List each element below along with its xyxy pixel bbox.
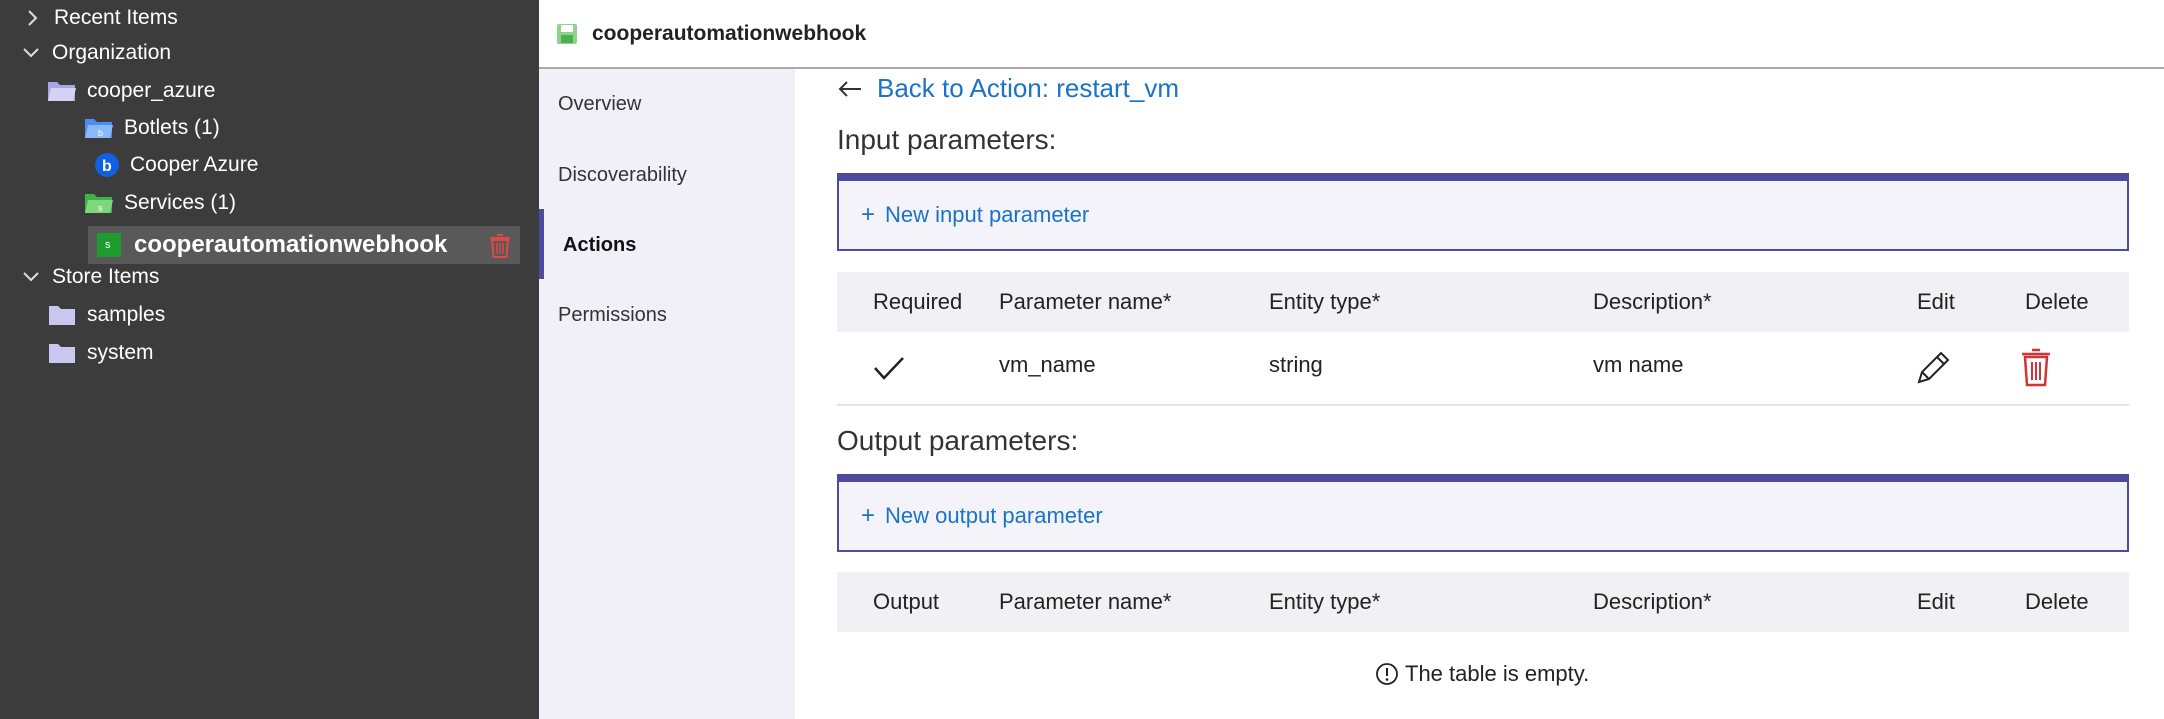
column-header-entity-type: Entity type*: [1269, 589, 1381, 614]
tree-item-label: Store Items: [52, 265, 160, 288]
tree-item-store-items[interactable]: Store Items: [22, 259, 159, 295]
new-input-parameter-button[interactable]: + New input parameter: [861, 201, 1089, 229]
output-table-header: Output Parameter name* Entity type* Desc…: [837, 572, 2129, 632]
botlet-icon: b: [95, 153, 119, 177]
column-header-description: Description*: [1593, 589, 1712, 614]
tree-item-organization[interactable]: Organization: [22, 35, 171, 71]
nav-active-indicator: [539, 209, 544, 279]
tree-item-botlets[interactable]: b Botlets (1): [84, 110, 220, 146]
tree-item-label: system: [87, 341, 154, 364]
tree-item-recent-items[interactable]: Recent Items: [24, 0, 178, 36]
main-content: Back to Action: restart_vm Input paramet…: [795, 69, 2164, 719]
page-title: cooperautomationwebhook: [592, 21, 867, 45]
new-output-parameter-label: New output parameter: [885, 503, 1103, 528]
tree-item-label: samples: [87, 303, 166, 326]
empty-table-label: The table is empty.: [1405, 661, 1590, 686]
plus-icon: +: [861, 502, 876, 529]
back-link-label: Back to Action: restart_vm: [877, 73, 1180, 103]
input-table-header: Required Parameter name* Entity type* De…: [837, 272, 2129, 332]
svg-text:b: b: [102, 158, 112, 175]
nav-item-discoverability[interactable]: Discoverability: [558, 164, 687, 187]
header-label: Parameter name: [999, 589, 1163, 614]
delete-icon[interactable]: [2019, 347, 2053, 387]
cell-description: vm name: [1593, 352, 1684, 377]
tree-item-system[interactable]: system: [47, 335, 154, 371]
column-header-entity-type: Entity type*: [1269, 289, 1381, 314]
tree-item-label: Cooper Azure: [130, 153, 259, 176]
cell-parameter-name: vm_name: [999, 352, 1096, 377]
tree-item-label: Services (1): [124, 191, 237, 214]
cell-entity-type: string: [1269, 352, 1323, 377]
new-output-parameter-button[interactable]: + New output parameter: [861, 502, 1103, 530]
tree-item-label: Botlets (1): [124, 116, 220, 139]
column-header-delete: Delete: [2025, 589, 2089, 614]
new-output-parameter-bar: + New output parameter: [837, 474, 2129, 552]
folder-open-icon: [48, 82, 76, 101]
tree-item-samples[interactable]: samples: [47, 297, 165, 333]
back-link[interactable]: Back to Action: restart_vm: [837, 73, 1179, 104]
svg-text:b: b: [98, 128, 103, 138]
arrow-left-icon: [838, 80, 861, 97]
column-header-edit: Edit: [1917, 589, 1955, 614]
svg-text:s: s: [98, 203, 103, 213]
folder-icon: [49, 306, 75, 325]
edit-icon[interactable]: [1915, 348, 1951, 386]
nav-item-overview[interactable]: Overview: [558, 93, 641, 116]
svg-text:s: s: [105, 239, 111, 251]
checkmark-icon: [874, 357, 904, 380]
plus-icon: +: [861, 201, 876, 228]
tree-item-label: Recent Items: [54, 6, 178, 29]
tree-item-cooper-azure-bot[interactable]: b Cooper Azure: [94, 147, 258, 183]
header-label: Parameter name: [999, 289, 1163, 314]
header-label: Description: [1593, 289, 1704, 314]
header-label: Description: [1593, 589, 1704, 614]
chevron-down-icon[interactable]: [22, 44, 40, 62]
page-header: cooperautomationwebhook: [539, 0, 2164, 69]
delete-icon[interactable]: [488, 233, 512, 259]
new-input-parameter-bar: + New input parameter: [837, 173, 2129, 251]
nav-item-permissions[interactable]: Permissions: [558, 304, 667, 327]
column-header-required: Required: [873, 289, 963, 314]
new-input-parameter-label: New input parameter: [885, 202, 1090, 227]
folder-icon: [49, 344, 75, 363]
column-header-description: Description*: [1593, 289, 1712, 314]
chevron-right-icon[interactable]: [24, 9, 42, 27]
settings-nav: Overview Discoverability Actions Permiss…: [539, 69, 795, 719]
column-header-parameter-name: Parameter name*: [999, 289, 1172, 314]
info-icon: [1376, 663, 1398, 685]
output-parameters-title: Output parameters:: [837, 425, 1079, 456]
column-header-output: Output: [873, 589, 940, 614]
tree-item-label: Organization: [52, 41, 172, 64]
tree-item-label: cooperautomationwebhook: [134, 231, 448, 258]
column-header-edit: Edit: [1917, 289, 1955, 314]
column-header-delete: Delete: [2025, 289, 2089, 314]
header-label: Entity type: [1269, 289, 1372, 314]
chevron-down-icon[interactable]: [22, 268, 40, 286]
service-folder-icon: s: [85, 194, 113, 213]
input-parameters-title: Input parameters:: [837, 124, 1057, 155]
tree-item-cooper-azure[interactable]: cooper_azure: [47, 73, 215, 109]
tree-item-label: cooper_azure: [87, 79, 216, 102]
object-tree: Recent Items Organization cooper_azure b…: [0, 0, 539, 719]
nav-item-actions[interactable]: Actions: [563, 234, 636, 257]
save-icon[interactable]: [556, 23, 578, 45]
header-label: Entity type: [1269, 589, 1372, 614]
botlet-folder-icon: b: [85, 119, 113, 138]
table-row: vm_name string vm name: [837, 332, 2129, 406]
tree-item-services[interactable]: s Services (1): [84, 185, 236, 221]
column-header-parameter-name: Parameter name*: [999, 589, 1172, 614]
empty-table-message: The table is empty.: [1375, 661, 1589, 687]
service-icon: s: [97, 233, 121, 257]
